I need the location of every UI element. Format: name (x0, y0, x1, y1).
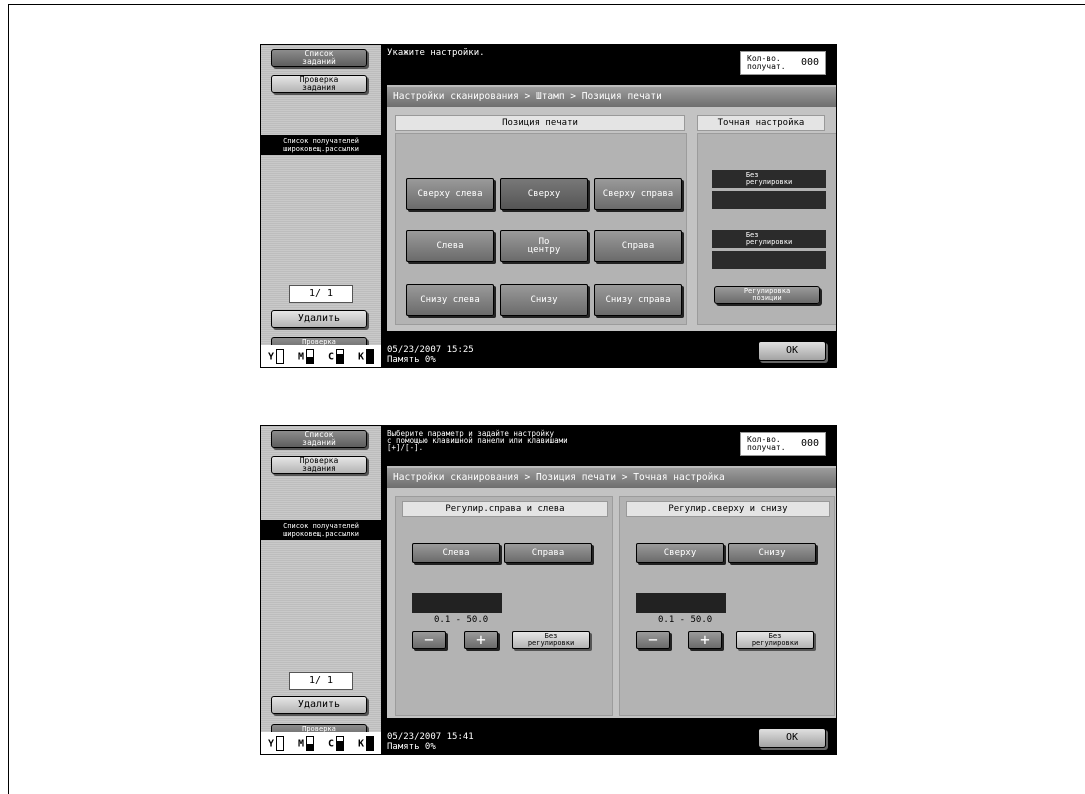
ok-button[interactable]: OK (758, 728, 826, 748)
breadcrumb: Настройки сканирования > Штамп > Позиция… (387, 85, 836, 107)
recipient-list-label: Список получателей широковещ.рассылки (261, 520, 381, 540)
instruction-message: Укажите настройки. (387, 48, 485, 58)
timestamp: 05/23/2007 15:41 (387, 732, 474, 742)
toner-m: M (298, 348, 315, 364)
frame-left-line (8, 4, 9, 794)
position-right[interactable]: Справа (594, 230, 682, 262)
print-position-screen: Список заданий Проверка задания Список п… (260, 44, 837, 368)
fine-adjust-box-2 (712, 251, 826, 269)
toner-c: C (328, 348, 345, 364)
top-bottom-minus-button[interactable]: − (636, 631, 670, 649)
timestamp: 05/23/2007 15:25 (387, 345, 474, 355)
main-area: Укажите настройки. Кол-во. получат. 000 … (381, 45, 836, 367)
sidebar: Список заданий Проверка задания Список п… (261, 45, 381, 367)
position-top[interactable]: Сверху (500, 178, 588, 210)
delete-button[interactable]: Удалить (271, 696, 367, 714)
fine-adjust-screen: Список заданий Проверка задания Список п… (260, 425, 837, 755)
top-bottom-panel: Регулир.сверху и снизу Сверху Снизу 0.1 … (619, 496, 835, 716)
fine-adjust-header: Точная настройка (697, 115, 825, 131)
left-right-minus-button[interactable]: − (412, 631, 446, 649)
fine-adjust-box-1 (712, 191, 826, 209)
fine-adjust-panel: Без регулировки Без регулировки Регулиро… (697, 133, 836, 325)
qty-label: Кол-во. получат. (747, 435, 786, 452)
content-panel: Регулир.справа и слева Слева Справа 0.1 … (387, 488, 836, 718)
recipient-list-label: Список получателей широковещ.рассылки (261, 135, 381, 155)
position-top-left[interactable]: Сверху слева (406, 178, 494, 210)
bottom-button[interactable]: Снизу (728, 543, 816, 563)
position-bottom[interactable]: Снизу (500, 284, 588, 316)
job-list-button[interactable]: Список заданий (271, 49, 367, 67)
qty-value: 000 (800, 438, 819, 449)
left-right-value (412, 593, 502, 613)
right-button[interactable]: Справа (504, 543, 592, 563)
left-right-header: Регулир.справа и слева (402, 501, 608, 517)
top-bottom-value (636, 593, 726, 613)
breadcrumb: Настройки сканирования > Позиция печати … (387, 466, 836, 488)
fine-adjust-value-1: Без регулировки (712, 170, 826, 188)
frame-top-line (8, 4, 1085, 5)
main-area: Выберите параметр и задайте настройку с … (381, 426, 836, 754)
job-list-button[interactable]: Список заданий (271, 430, 367, 448)
status-text: 05/23/2007 15:41 Память 0% (387, 732, 474, 752)
toner-levels: Y M C K (261, 345, 381, 367)
top-bottom-range: 0.1 - 50.0 (658, 615, 713, 625)
adjust-position-button[interactable]: Регулировка позиции (714, 286, 820, 304)
position-panel: Сверху слева Сверху Сверху справа Слева … (395, 133, 687, 325)
top-bottom-header: Регулир.сверху и снизу (626, 501, 830, 517)
content-panel: Позиция печати Точная настройка Сверху с… (387, 107, 836, 331)
job-check-button[interactable]: Проверка задания (271, 75, 367, 93)
job-check-button[interactable]: Проверка задания (271, 456, 367, 474)
position-bottom-left[interactable]: Снизу слева (406, 284, 494, 316)
status-text: 05/23/2007 15:25 Память 0% (387, 345, 474, 365)
page-counter: 1/ 1 (289, 285, 353, 303)
left-button[interactable]: Слева (412, 543, 500, 563)
top-bottom-plus-button[interactable]: + (688, 631, 722, 649)
toner-k: K (358, 735, 375, 751)
status-footer: 05/23/2007 15:41 Память 0% OK (381, 718, 836, 754)
toner-m: M (298, 735, 315, 751)
memory-status: Память 0% (387, 742, 436, 752)
delete-button[interactable]: Удалить (271, 310, 367, 328)
left-right-plus-button[interactable]: + (464, 631, 498, 649)
position-header: Позиция печати (395, 115, 685, 131)
page-counter: 1/ 1 (289, 672, 353, 690)
instruction-message: Выберите параметр и задайте настройку с … (387, 429, 568, 452)
toner-y: Y (268, 735, 285, 751)
ok-button[interactable]: OK (758, 341, 826, 361)
left-right-range: 0.1 - 50.0 (434, 615, 489, 625)
recipient-count-box: Кол-во. получат. 000 (740, 432, 826, 456)
position-top-right[interactable]: Сверху справа (594, 178, 682, 210)
top-button[interactable]: Сверху (636, 543, 724, 563)
recipient-count-box: Кол-во. получат. 000 (740, 51, 826, 75)
toner-c: C (328, 735, 345, 751)
status-footer: 05/23/2007 15:25 Память 0% OK (381, 331, 836, 367)
left-right-no-adjust-button[interactable]: Без регулировки (512, 631, 590, 649)
sidebar: Список заданий Проверка задания Список п… (261, 426, 381, 754)
position-bottom-right[interactable]: Снизу справа (594, 284, 682, 316)
position-left[interactable]: Слева (406, 230, 494, 262)
position-center[interactable]: По центру (500, 230, 588, 262)
qty-label: Кол-во. получат. (747, 54, 786, 71)
toner-k: K (358, 348, 375, 364)
qty-value: 000 (800, 57, 819, 68)
left-right-panel: Регулир.справа и слева Слева Справа 0.1 … (395, 496, 613, 716)
top-bottom-no-adjust-button[interactable]: Без регулировки (736, 631, 814, 649)
memory-status: Память 0% (387, 355, 436, 365)
toner-y: Y (268, 348, 285, 364)
toner-levels: Y M C K (261, 732, 381, 754)
fine-adjust-value-2: Без регулировки (712, 230, 826, 248)
